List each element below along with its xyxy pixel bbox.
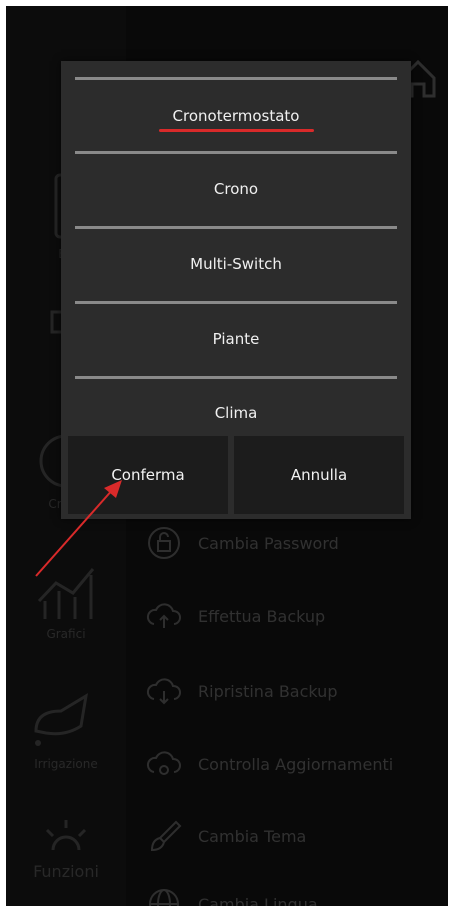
option-label: Piante — [212, 330, 260, 348]
divider — [75, 376, 397, 379]
annotation-arrow-icon — [35, 480, 122, 577]
option-label: Multi-Switch — [190, 255, 282, 273]
option-clima[interactable]: Clima — [61, 393, 411, 433]
cancel-button[interactable]: Annulla — [234, 436, 404, 514]
option-label: Clima — [214, 404, 258, 422]
app-screen: Ba C Crono Grafici — [6, 6, 448, 906]
option-crono[interactable]: Crono — [61, 169, 411, 209]
divider — [75, 151, 397, 154]
selection-dialog: Cronotermostato Crono Multi-Switch Piant… — [61, 61, 411, 519]
selected-underline — [159, 129, 314, 132]
option-label: Cronotermostato — [172, 107, 300, 125]
divider — [75, 301, 397, 304]
option-multi-switch[interactable]: Multi-Switch — [61, 244, 411, 284]
divider — [75, 77, 397, 80]
option-piante[interactable]: Piante — [61, 319, 411, 359]
option-label: Crono — [213, 180, 259, 198]
divider — [75, 226, 397, 229]
